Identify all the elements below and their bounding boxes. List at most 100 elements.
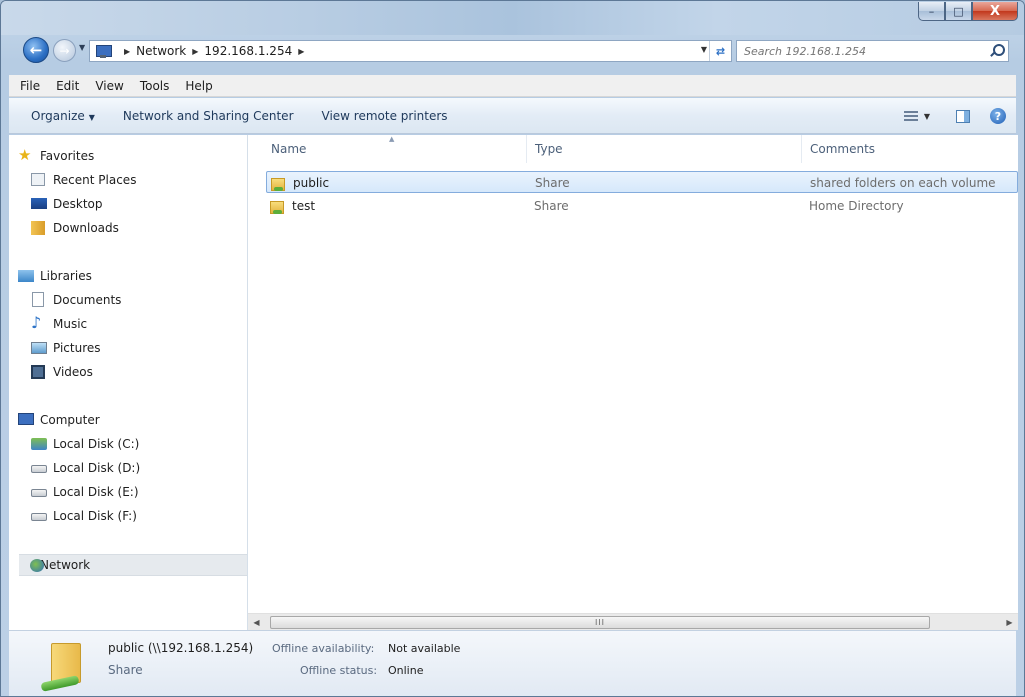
column-divider[interactable]	[801, 135, 802, 163]
search-icon[interactable]	[990, 44, 1005, 57]
view-controls: ▼ ?	[903, 98, 1016, 134]
maximize-button[interactable]: □	[945, 2, 972, 21]
nav-computer-label: Computer	[40, 413, 100, 427]
nav-recent-places[interactable]: Recent Places	[9, 169, 247, 191]
back-button[interactable]: ←	[23, 37, 49, 63]
nav-music[interactable]: ♪ Music	[9, 313, 247, 335]
details-title: public (\\192.168.1.254)	[108, 641, 254, 655]
nav-local-disk-f[interactable]: Local Disk (F:)	[9, 505, 247, 527]
downloads-icon	[31, 221, 45, 235]
breadcrumb-chevron-icon[interactable]: ▶	[298, 47, 304, 56]
shared-folder-icon	[271, 176, 285, 191]
column-header-name[interactable]: Name	[271, 142, 306, 156]
libraries-icon	[18, 270, 34, 282]
nav-music-label: Music	[53, 317, 88, 331]
address-bar[interactable]: ▶ Network ▶ 192.168.1.254 ▶ ▼ ⇄	[89, 40, 732, 62]
change-view-icon[interactable]	[903, 110, 918, 122]
menu-view[interactable]: View	[87, 79, 131, 93]
breadcrumb-host[interactable]: 192.168.1.254	[204, 44, 292, 58]
table-row[interactable]: test Share Home Directory	[266, 195, 1018, 217]
network-sharing-center-button[interactable]: Network and Sharing Center	[123, 109, 294, 123]
back-arrow-icon: ←	[29, 41, 43, 59]
search-box[interactable]	[736, 40, 1009, 62]
forward-button[interactable]: →	[53, 39, 76, 62]
offline-availability-label: Offline availability:	[272, 642, 375, 655]
nav-pictures[interactable]: Pictures	[9, 337, 247, 359]
row-type: Share	[534, 199, 569, 213]
breadcrumb-chevron-icon[interactable]: ▶	[192, 47, 198, 56]
recent-pages-dropdown-icon[interactable]: ▼	[79, 43, 85, 52]
command-bar: Organize ▼ Network and Sharing Center Vie…	[9, 98, 1016, 134]
row-name: test	[292, 199, 316, 213]
drive-icon	[31, 465, 47, 473]
nav-local-disk-d-label: Local Disk (D:)	[53, 461, 141, 475]
close-icon: X	[989, 3, 1001, 19]
nav-local-disk-d[interactable]: Local Disk (D:)	[9, 457, 247, 479]
nav-libraries[interactable]: Libraries	[9, 265, 247, 287]
chevron-down-icon: ▼	[88, 112, 95, 122]
music-icon: ♪	[31, 313, 42, 332]
menu-file[interactable]: File	[12, 79, 48, 93]
explorer-window: – □ X ← → ▼ ▶ Network ▶ 192.168.1.254 ▶ …	[0, 0, 1025, 697]
refresh-icon: ⇄	[715, 44, 726, 58]
nav-recent-places-label: Recent Places	[53, 173, 137, 187]
row-comments: Home Directory	[809, 199, 904, 213]
organize-button[interactable]: Organize ▼	[31, 109, 95, 123]
menu-help[interactable]: Help	[177, 79, 220, 93]
details-pane: public (\\192.168.1.254) Share Offline a…	[9, 630, 1016, 696]
nav-videos-label: Videos	[53, 365, 93, 379]
view-options-dropdown-icon[interactable]: ▼	[924, 112, 930, 121]
nav-downloads[interactable]: Downloads	[9, 217, 247, 239]
nav-local-disk-f-label: Local Disk (F:)	[53, 509, 137, 523]
nav-local-disk-e-label: Local Disk (E:)	[53, 485, 139, 499]
nav-documents[interactable]: Documents	[9, 289, 247, 311]
refresh-button[interactable]: ⇄	[709, 41, 731, 61]
scrollbar-thumb[interactable]: III	[270, 616, 930, 629]
file-list: Name ▲ Type Comments public Share shared…	[248, 135, 1018, 613]
offline-status-value: Online	[388, 664, 424, 677]
nav-favorites[interactable]: ★ Favorites	[9, 145, 247, 167]
preview-pane-icon[interactable]	[956, 109, 970, 123]
computer-icon	[18, 413, 34, 425]
star-icon: ★	[18, 146, 32, 164]
nav-desktop[interactable]: Desktop	[9, 193, 247, 215]
documents-icon	[32, 292, 44, 307]
nav-downloads-label: Downloads	[53, 221, 119, 235]
nav-local-disk-e[interactable]: Local Disk (E:)	[9, 481, 247, 503]
system-drive-icon	[31, 438, 47, 450]
shared-folder-icon	[270, 199, 284, 214]
column-header-comments[interactable]: Comments	[810, 142, 875, 156]
nav-computer[interactable]: Computer	[9, 409, 247, 431]
sort-ascending-icon: ▲	[389, 135, 395, 143]
column-header-type[interactable]: Type	[535, 142, 563, 156]
caption-buttons: – □ X	[918, 2, 1018, 21]
address-row: ← → ▼ ▶ Network ▶ 192.168.1.254 ▶ ▼ ⇄	[23, 37, 1016, 65]
desktop-icon	[31, 198, 47, 209]
scroll-right-arrow-icon[interactable]: ▶	[1001, 614, 1018, 631]
menu-tools[interactable]: Tools	[132, 79, 178, 93]
details-type: Share	[108, 663, 143, 677]
nav-videos[interactable]: Videos	[9, 361, 247, 383]
breadcrumb-chevron-icon[interactable]: ▶	[124, 47, 130, 56]
nav-network-label: Network	[40, 558, 91, 572]
drive-icon	[31, 513, 47, 521]
nav-local-disk-c[interactable]: Local Disk (C:)	[9, 433, 247, 455]
help-icon[interactable]: ?	[990, 108, 1006, 124]
organize-label: Organize	[31, 108, 85, 123]
menu-edit[interactable]: Edit	[48, 79, 87, 93]
close-button[interactable]: X	[972, 2, 1018, 21]
table-row[interactable]: public Share shared folders on each volu…	[266, 171, 1018, 193]
breadcrumb-network[interactable]: Network	[136, 44, 186, 58]
title-bar: – □ X	[1, 1, 1024, 35]
recent-places-icon	[31, 173, 45, 186]
view-remote-printers-button[interactable]: View remote printers	[322, 109, 448, 123]
minimize-button[interactable]: –	[918, 2, 945, 21]
nav-network[interactable]: Network	[19, 554, 247, 576]
address-dropdown-icon[interactable]: ▼	[701, 45, 707, 54]
search-input[interactable]	[744, 44, 974, 58]
horizontal-scrollbar[interactable]: ◀ III ▶	[248, 613, 1018, 630]
videos-icon	[31, 365, 45, 379]
column-divider[interactable]	[526, 135, 527, 163]
maximize-icon: □	[953, 4, 964, 18]
scroll-left-arrow-icon[interactable]: ◀	[248, 614, 265, 631]
